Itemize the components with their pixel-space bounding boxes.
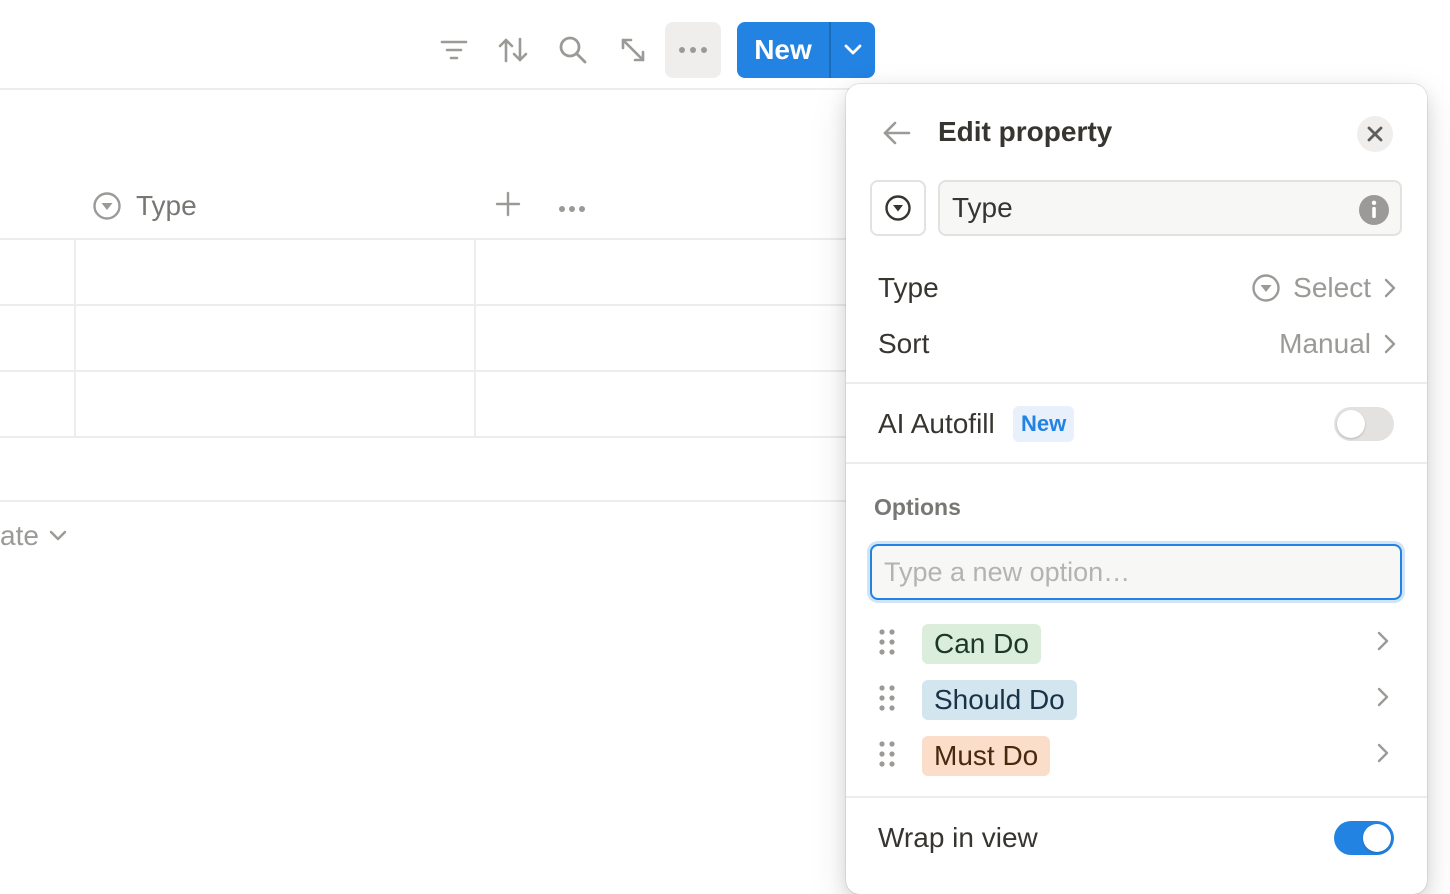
arrow-left-icon [883,121,911,145]
table-column-border [474,238,476,436]
chevron-down-icon [49,530,67,541]
ai-autofill-label: AI Autofill [878,408,995,439]
type-value: Select [1251,272,1397,304]
group-toggle[interactable]: ate [0,516,67,556]
sort-value-text: Manual [1279,328,1371,359]
close-icon [1367,126,1383,142]
panel-divider [846,382,1427,384]
group-label: ate [0,520,39,551]
option-tag: Must Do [922,736,1051,776]
table-cell[interactable] [76,240,474,304]
option-tag: Can Do [922,624,1041,664]
toolbar-divider [0,88,850,90]
add-column-icon[interactable] [494,190,522,223]
column-header-type[interactable]: Type [92,186,197,226]
option-row[interactable]: Should Do [870,680,1402,720]
chevron-right-icon [1377,687,1389,707]
column-header-label: Type [136,190,197,221]
close-button[interactable] [1357,116,1393,152]
more-icon[interactable] [665,22,721,78]
panel-title: Edit property [938,116,1113,147]
table-cell[interactable] [76,372,474,436]
property-icon-button[interactable] [870,180,926,236]
chevron-right-icon [1384,334,1396,354]
chevron-down-icon [844,44,862,55]
new-button[interactable]: New [737,22,829,78]
column-more-icon[interactable] [558,200,586,218]
option-row[interactable]: Can Do [870,624,1402,664]
select-type-icon [93,192,121,220]
info-icon[interactable] [1358,194,1390,226]
edit-property-panel: Edit property Type Type Select Sort Manu… [846,84,1427,894]
panel-divider [846,796,1427,798]
new-option-input[interactable] [870,544,1402,600]
table-row-border [0,500,850,502]
new-button-group: New [737,22,875,78]
options-heading: Options [874,494,961,520]
table-row-border [0,436,850,438]
chevron-right-icon [1384,278,1396,298]
wrap-in-view-toggle[interactable] [1334,821,1394,855]
toggle-knob [1337,410,1365,438]
expand-icon[interactable] [605,22,661,78]
filter-icon[interactable] [426,22,482,78]
option-row[interactable]: Must Do [870,736,1402,776]
select-type-icon [1252,274,1280,302]
new-badge: New [1013,406,1075,442]
chevron-right-icon [1377,743,1389,763]
search-icon[interactable] [545,22,601,78]
sort-label: Sort [878,328,930,359]
table-cell[interactable] [76,306,474,370]
toggle-knob [1363,824,1391,852]
new-dropdown-button[interactable] [831,22,875,78]
drag-handle-icon[interactable] [878,628,896,656]
panel-divider [846,462,1427,464]
option-tag: Should Do [922,680,1077,720]
property-name-value: Type [952,192,1013,223]
drag-handle-icon[interactable] [878,740,896,768]
chevron-right-icon [1377,631,1389,651]
ai-autofill-toggle[interactable] [1334,407,1394,441]
sort-value: Manual [1279,328,1397,360]
type-value-text: Select [1293,272,1371,303]
select-type-icon [885,195,911,221]
type-label: Type [878,272,939,303]
wrap-in-view-label: Wrap in view [878,822,1038,853]
property-name-input[interactable]: Type [938,180,1402,236]
sort-icon[interactable] [485,22,541,78]
drag-handle-icon[interactable] [878,684,896,712]
back-button[interactable] [882,120,912,151]
